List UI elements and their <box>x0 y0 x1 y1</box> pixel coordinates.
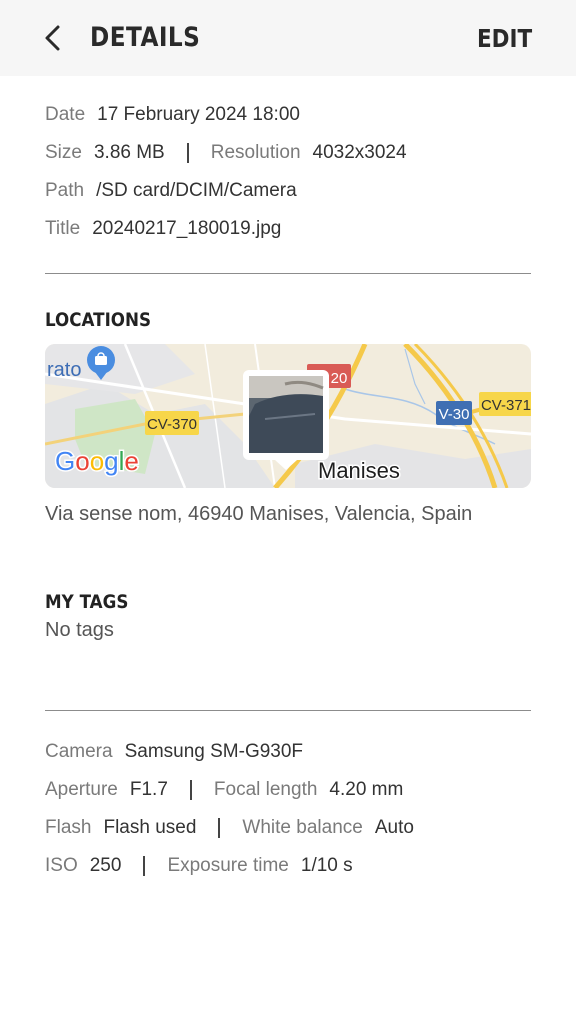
road-label-a20: 20 <box>331 370 348 387</box>
camera-label: Camera <box>45 741 113 762</box>
edit-button[interactable]: EDIT <box>477 24 532 53</box>
date-row: Date 17 February 2024 18:00 <box>45 104 300 126</box>
map-poi-label: rato <box>47 359 81 381</box>
flash-label: Flash <box>45 817 92 838</box>
iso-value: 250 <box>89 855 122 876</box>
title-value: 20240217_180019.jpg <box>92 218 282 239</box>
date-label: Date <box>45 104 86 125</box>
size-row: Size 3.86 MB Resolution 4032x3024 <box>45 142 407 164</box>
road-label-cv371: CV-371 <box>481 397 531 414</box>
title-row: Title 20240217_180019.jpg <box>45 218 281 240</box>
page-title: DETAILS <box>90 22 201 53</box>
no-tags-text: No tags <box>45 619 114 641</box>
title-label: Title <box>45 218 81 239</box>
separator <box>186 143 189 163</box>
road-label-v30: V-30 <box>439 406 470 423</box>
iso-label: ISO <box>45 855 78 876</box>
divider <box>45 273 531 274</box>
exposure-time-label: Exposure time <box>167 855 289 876</box>
size-value: 3.86 MB <box>93 142 165 163</box>
flash-value: Flash used <box>103 817 197 838</box>
path-label: Path <box>45 180 85 201</box>
aperture-value: F1.7 <box>129 779 168 800</box>
separator <box>189 780 192 800</box>
exposure-time-value: 1/10 s <box>300 855 353 876</box>
aperture-label: Aperture <box>45 779 118 800</box>
resolution-label: Resolution <box>210 142 301 163</box>
date-value: 17 February 2024 18:00 <box>97 104 300 125</box>
camera-row: Camera Samsung SM-G930F <box>45 741 303 763</box>
google-logo: Google <box>54 445 141 478</box>
svg-text:Google: Google <box>55 446 139 476</box>
focal-length-value: 4.20 mm <box>329 779 404 800</box>
white-balance-value: Auto <box>374 817 414 838</box>
back-button[interactable] <box>36 20 72 56</box>
iso-row: ISO 250 Exposure time 1/10 s <box>45 855 353 877</box>
photo-thumbnail-marker <box>243 370 329 470</box>
divider <box>45 710 531 711</box>
path-value: /SD card/DCIM/Camera <box>96 180 297 201</box>
location-map[interactable]: rato CV-370 20 V-30 CV-371 Manises Googl… <box>45 344 531 488</box>
camera-value: Samsung SM-G930F <box>124 741 304 762</box>
size-label: Size <box>45 142 82 163</box>
flash-row: Flash Flash used White balance Auto <box>45 817 414 839</box>
locations-heading: LOCATIONS <box>45 309 152 331</box>
path-row: Path /SD card/DCIM/Camera <box>45 180 297 202</box>
focal-length-label: Focal length <box>213 779 318 800</box>
road-label-cv370: CV-370 <box>147 416 197 433</box>
aperture-row: Aperture F1.7 Focal length 4.20 mm <box>45 779 403 801</box>
map-graphic: rato CV-370 20 V-30 CV-371 Manises Googl… <box>45 344 531 488</box>
white-balance-label: White balance <box>242 817 363 838</box>
chevron-left-icon <box>45 25 60 51</box>
separator <box>218 818 221 838</box>
map-town-label: Manises <box>318 458 400 483</box>
separator <box>143 856 146 876</box>
resolution-value: 4032x3024 <box>312 142 407 163</box>
address-text: Via sense nom, 46940 Manises, Valencia, … <box>45 503 473 525</box>
tags-heading: MY TAGS <box>45 591 129 613</box>
app-bar: DETAILS EDIT <box>0 0 576 76</box>
